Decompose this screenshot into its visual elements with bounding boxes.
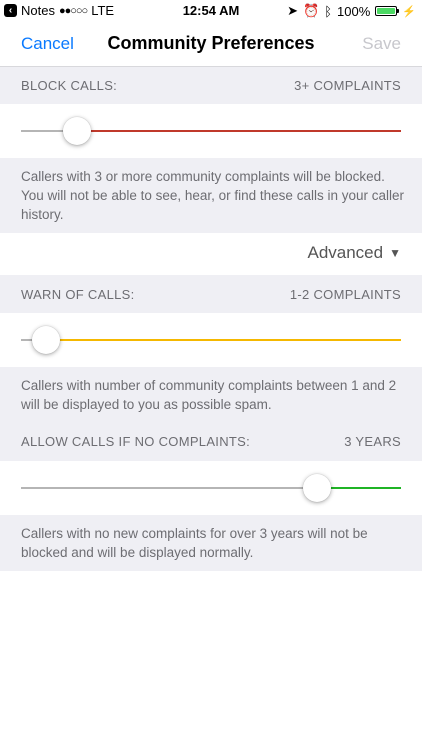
warn-slider-max-track: [45, 339, 401, 341]
charging-bolt-icon: ⚡: [402, 5, 416, 18]
advanced-row[interactable]: Advanced ▼: [0, 233, 422, 275]
allow-calls-label: ALLOW CALLS IF NO COMPLAINTS:: [21, 434, 251, 449]
allow-slider-thumb[interactable]: [302, 474, 331, 502]
block-calls-footer: Callers with 3 or more community complai…: [0, 158, 422, 233]
block-slider-max-track: [77, 130, 401, 132]
block-calls-value: 3+ COMPLAINTS: [294, 78, 401, 93]
block-calls-header: BLOCK CALLS: 3+ COMPLAINTS: [0, 67, 422, 104]
block-calls-slider[interactable]: [0, 104, 422, 158]
block-slider-thumb[interactable]: [63, 117, 92, 145]
warn-calls-value: 1-2 COMPLAINTS: [289, 287, 401, 302]
warn-slider-thumb[interactable]: [31, 326, 60, 354]
battery-percent: 100%: [337, 3, 371, 19]
allow-slider-min-track: [21, 487, 317, 489]
status-bar: ‹ Notes ●●○○○ LTE 12:54 AM ➤ ⏰ ᛒ 100% ⚡: [0, 0, 422, 22]
alarm-icon: ⏰: [303, 3, 320, 18]
warn-calls-label: WARN OF CALLS:: [21, 287, 135, 302]
triangle-down-icon: ▼: [389, 246, 401, 260]
warn-calls-footer: Callers with number of community complai…: [0, 367, 422, 461]
allow-calls-value: 3 YEARS: [344, 434, 401, 449]
navigation-bar: Cancel Community Preferences Save: [0, 22, 422, 67]
warn-calls-description: Callers with number of community complai…: [21, 378, 397, 412]
allow-calls-footer: Callers with no new complaints for over …: [0, 515, 422, 571]
status-right: ➤ ⏰ ᛒ 100% ⚡: [287, 3, 416, 19]
battery-fill: [377, 8, 396, 14]
block-calls-description: Callers with 3 or more community complai…: [21, 169, 404, 222]
warn-calls-slider[interactable]: [0, 313, 422, 367]
location-arrow-icon: ➤: [287, 3, 299, 18]
allow-calls-slider[interactable]: [0, 461, 422, 515]
save-button[interactable]: Save: [362, 34, 401, 54]
page-title: Community Preferences: [107, 33, 315, 53]
allow-calls-description: Callers with no new complaints for over …: [21, 526, 368, 560]
bluetooth-icon: ᛒ: [324, 3, 333, 19]
warn-calls-header: WARN OF CALLS: 1-2 COMPLAINTS: [0, 275, 422, 313]
advanced-toggle[interactable]: Advanced ▼: [307, 243, 401, 263]
block-calls-label: BLOCK CALLS:: [21, 78, 118, 93]
battery-icon: [375, 6, 400, 16]
advanced-label: Advanced: [307, 243, 384, 262]
